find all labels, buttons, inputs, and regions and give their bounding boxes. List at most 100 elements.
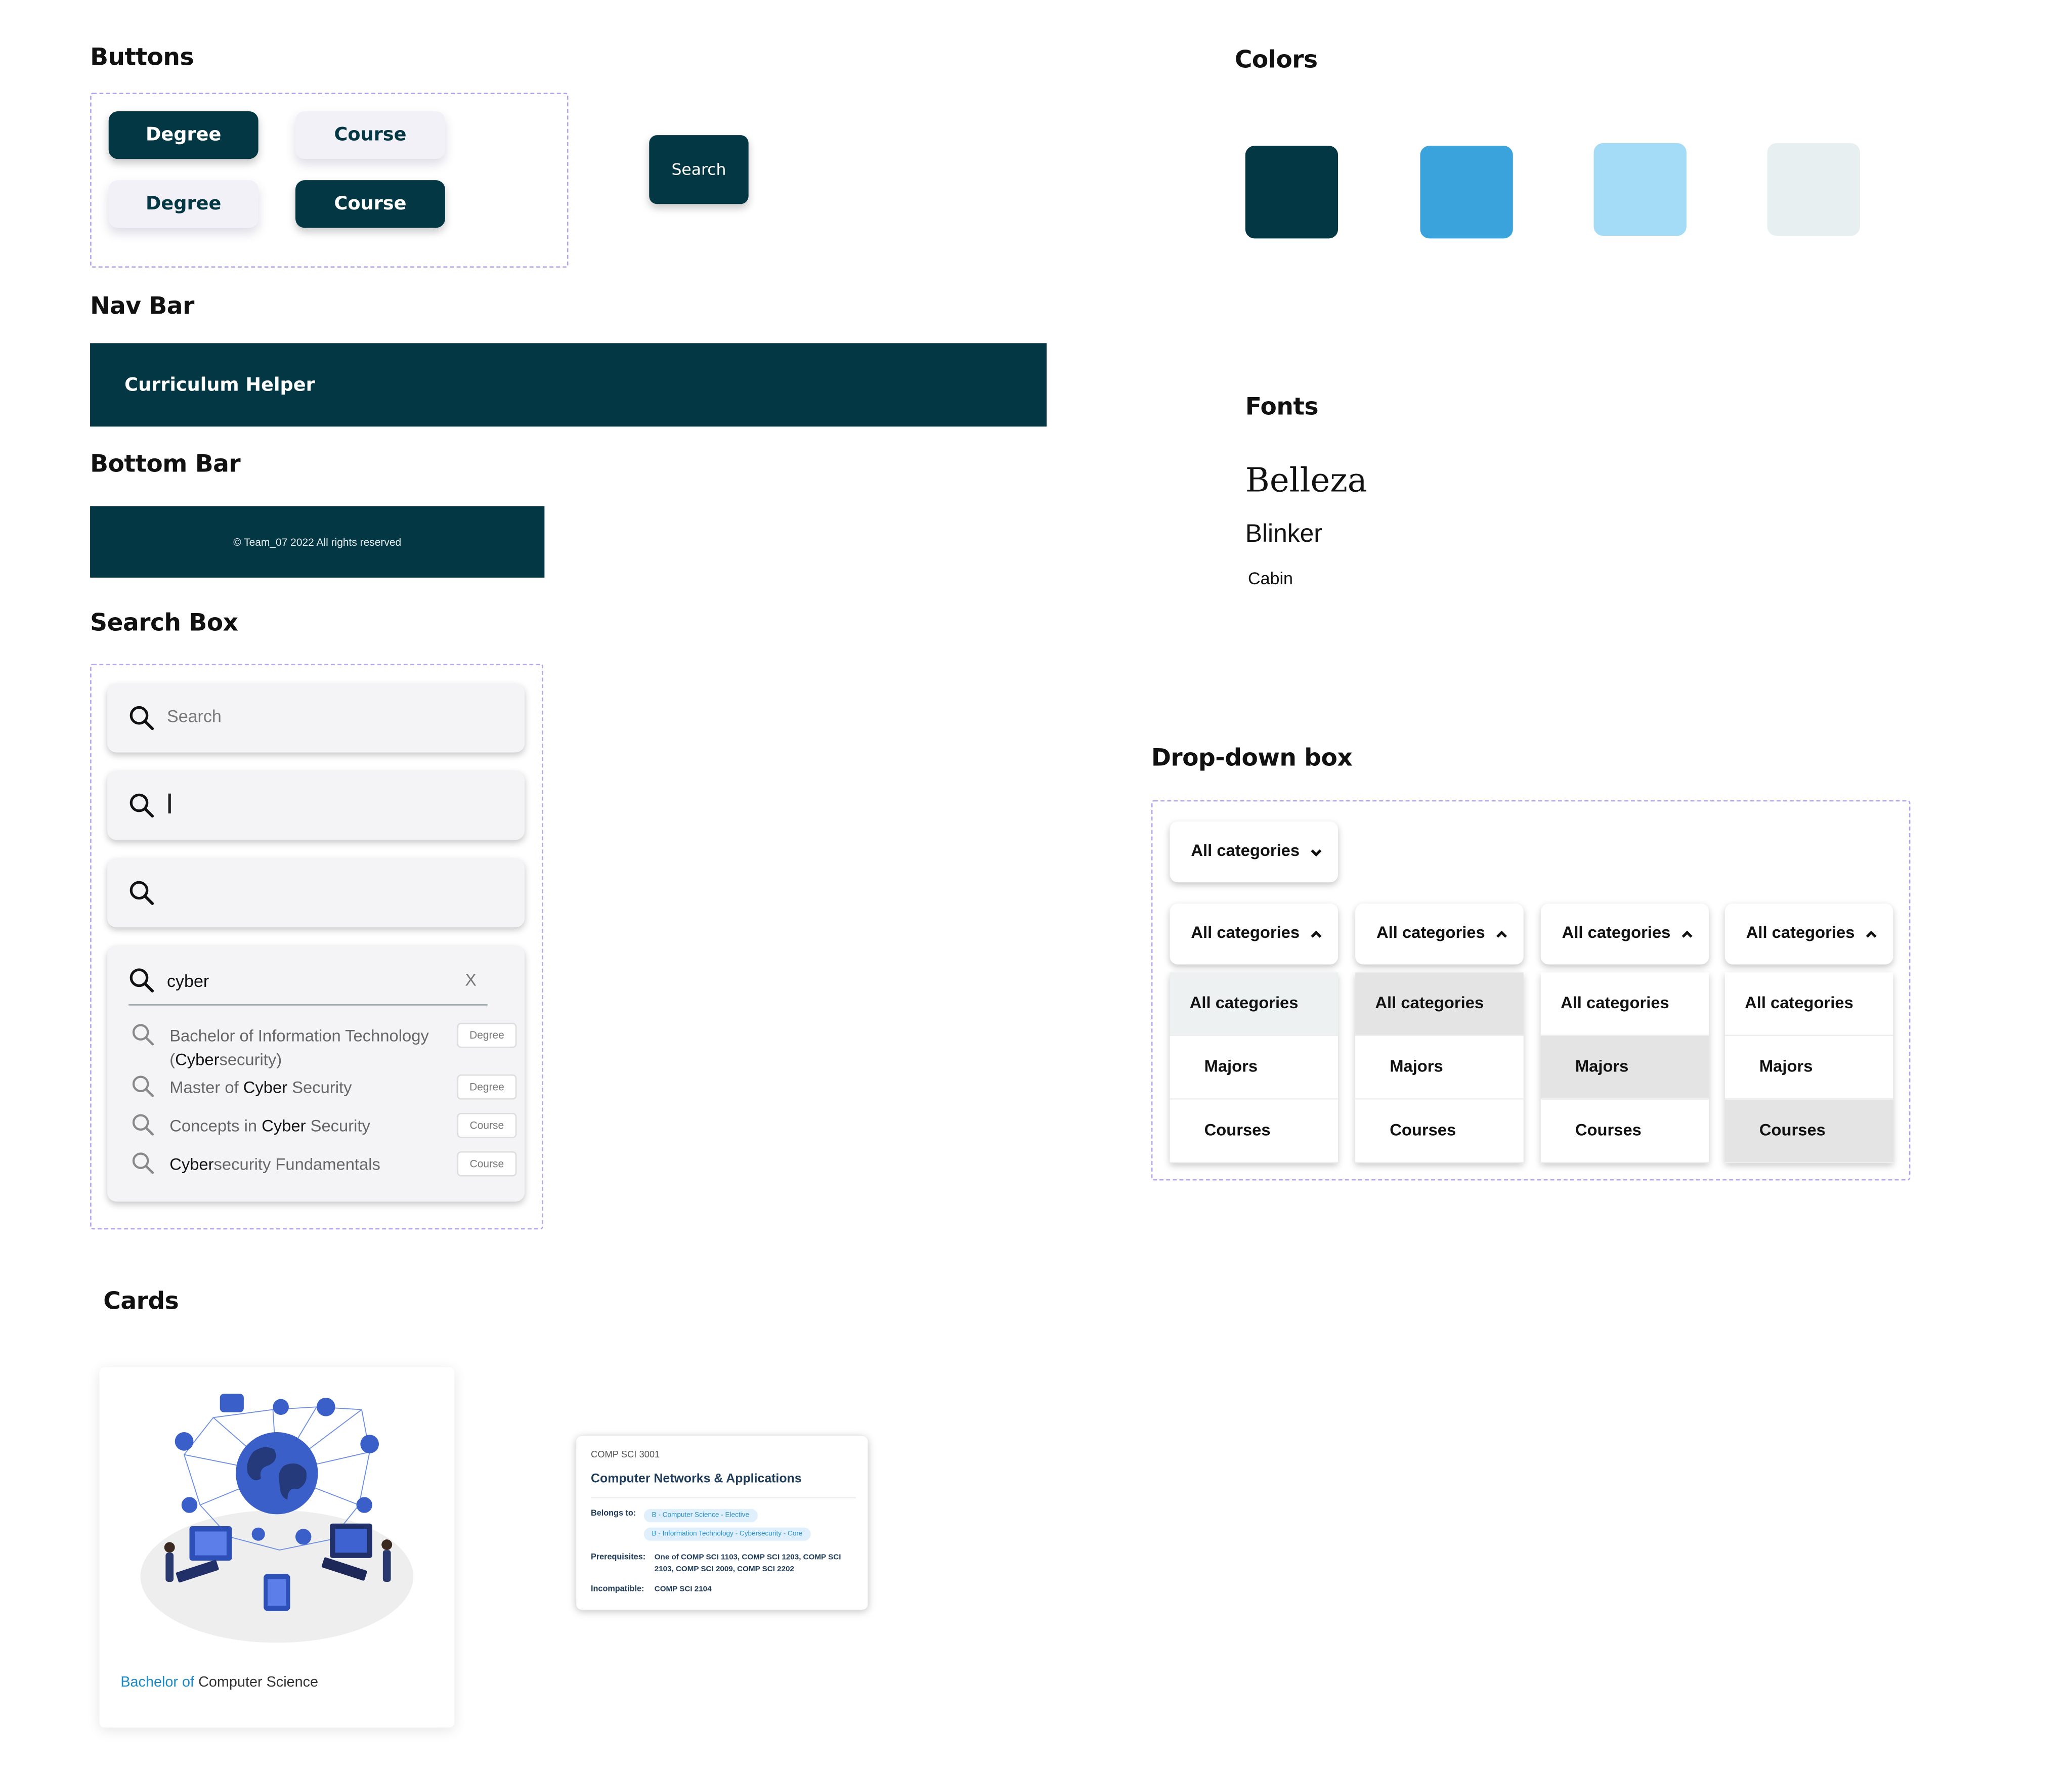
fonts-heading: Fonts: [1245, 393, 1319, 421]
search-underline: [128, 1004, 488, 1006]
category-dropdown-expanded[interactable]: All categories: [1355, 903, 1524, 965]
search-query[interactable]: cyber: [167, 971, 209, 991]
chevron-up-icon: [1866, 930, 1877, 938]
chevron-up-icon: [1496, 930, 1507, 938]
dropdown-menu: All categories Majors Courses: [1170, 972, 1339, 1163]
dropdown-option[interactable]: Courses: [1170, 1100, 1339, 1163]
style-guide-canvas: Buttons Degree Course Degree Course Sear…: [0, 0, 2072, 1767]
incompatible-value: COMP SCI 2104: [654, 1585, 712, 1594]
course-button-inactive[interactable]: Course: [295, 111, 445, 159]
dropdown-option[interactable]: All categories: [1170, 972, 1339, 1036]
color-swatch: [1593, 143, 1687, 236]
search-icon: [130, 968, 154, 993]
chevron-up-icon: [1681, 930, 1693, 938]
dropdown-label: All categories: [1191, 841, 1300, 860]
network-globe-illustration: [140, 1394, 414, 1643]
result-text-post: Security: [306, 1116, 370, 1136]
search-input-idle[interactable]: [107, 858, 525, 928]
degree-card[interactable]: Bachelor of Computer Science: [99, 1367, 455, 1728]
course-divider: [591, 1497, 856, 1498]
dropdown-option[interactable]: All categories: [1355, 972, 1524, 1036]
dropdown-option[interactable]: Courses: [1540, 1100, 1709, 1163]
result-text: Master of Cyber Security: [169, 1076, 454, 1100]
category-dropdown-expanded[interactable]: All categories: [1540, 903, 1709, 965]
course-code: COMP SCI 3001: [591, 1450, 660, 1460]
course-name: Computer Networks & Applications: [591, 1472, 802, 1487]
dropdown-option-label: Majors: [1204, 1057, 1258, 1076]
category-dropdown-collapsed[interactable]: All categories: [1170, 821, 1339, 883]
dropdown-option[interactable]: Majors: [1170, 1036, 1339, 1100]
search-icon: [130, 793, 154, 818]
dropdown-label: All categories: [1376, 923, 1485, 942]
search-icon: [130, 706, 154, 730]
dropdown-option[interactable]: Majors: [1355, 1036, 1524, 1100]
clear-icon[interactable]: X: [465, 970, 477, 989]
dropdown-option-label: All categories: [1561, 994, 1669, 1012]
text-cursor: [168, 793, 170, 814]
search-input-focused[interactable]: [107, 771, 525, 840]
result-text-post: Security: [287, 1078, 352, 1097]
dropdown-option[interactable]: All categories: [1724, 972, 1893, 1036]
result-type-tag: Degree: [457, 1022, 517, 1048]
dropdown-menu: All categories Majors Courses: [1540, 972, 1709, 1163]
font-sample-belleza: Belleza: [1245, 461, 1367, 500]
category-dropdown-expanded[interactable]: All categories: [1170, 903, 1339, 965]
chevron-up-icon: [1311, 930, 1322, 938]
result-text: Cybersecurity Fundamentals: [169, 1152, 454, 1176]
degree-button-inactive[interactable]: Degree: [108, 180, 258, 228]
incompatible-label: Incompatible:: [591, 1584, 644, 1594]
search-icon: [132, 1152, 154, 1174]
search-icon: [132, 1075, 154, 1097]
copyright-text: © Team_07 2022 All rights reserved: [233, 536, 402, 548]
result-text: Bachelor of Information Technology (Cybe…: [169, 1024, 454, 1071]
result-type-tag: Course: [457, 1112, 517, 1138]
result-type-tag: Course: [457, 1151, 517, 1177]
result-match: Cyber: [243, 1078, 288, 1097]
dropdown-heading: Drop-down box: [1151, 744, 1353, 772]
search-icon: [132, 1114, 154, 1136]
font-sample-blinker: Blinker: [1245, 521, 1322, 549]
search-icon: [132, 1024, 154, 1046]
result-text-pre: Concepts in: [169, 1116, 262, 1136]
dropdown-label: All categories: [1191, 923, 1300, 942]
chevron-down-icon: [1311, 849, 1322, 857]
dropdown-option-label: Majors: [1390, 1057, 1443, 1076]
navbar: Curriculum Helper: [90, 343, 1047, 427]
search-input-empty[interactable]: Search: [107, 683, 525, 753]
degree-card-title: Bachelor of Computer Science: [120, 1674, 318, 1690]
dropdown-option-label: Courses: [1204, 1120, 1271, 1140]
search-button[interactable]: Search: [649, 135, 749, 204]
course-button-active[interactable]: Course: [295, 180, 445, 228]
dropdown-option-label: All categories: [1375, 994, 1484, 1012]
dropdown-menu: All categories Majors Courses: [1724, 972, 1893, 1163]
dropdown-option[interactable]: Courses: [1724, 1099, 1893, 1163]
belongs-tag: B - Information Technology - Cybersecuri…: [643, 1527, 811, 1541]
searchbox-heading: Search Box: [90, 609, 238, 637]
result-text-pre: Master of: [169, 1078, 243, 1097]
dropdown-option[interactable]: Majors: [1540, 1036, 1709, 1100]
degree-card-prefix: Bachelor of: [120, 1674, 195, 1691]
prerequisites-label: Prerequisites:: [591, 1553, 646, 1562]
navbar-title[interactable]: Curriculum Helper: [124, 374, 315, 396]
dropdown-label: All categories: [1562, 923, 1671, 942]
degree-card-name: Computer Science: [194, 1674, 319, 1691]
dropdown-option[interactable]: Courses: [1355, 1100, 1524, 1163]
category-dropdown-expanded[interactable]: All categories: [1724, 903, 1893, 965]
dropdown-option[interactable]: All categories: [1540, 972, 1709, 1036]
dropdown-option-label: Courses: [1390, 1120, 1456, 1140]
degree-button-active[interactable]: Degree: [108, 111, 258, 159]
color-swatch: [1767, 143, 1860, 236]
belongs-label: Belongs to:: [591, 1509, 636, 1519]
result-text: Concepts in Cyber Security: [169, 1114, 454, 1138]
search-icon: [130, 881, 154, 905]
result-text-post: security Fundamentals: [213, 1155, 380, 1174]
dropdown-option[interactable]: Majors: [1724, 1036, 1893, 1100]
dropdown-menu: All categories Majors Courses: [1355, 972, 1524, 1163]
font-sample-cabin: Cabin: [1248, 568, 1293, 588]
dropdown-option-label: Majors: [1759, 1057, 1813, 1076]
buttons-heading: Buttons: [90, 44, 194, 72]
result-type-tag: Degree: [457, 1074, 517, 1100]
colors-heading: Colors: [1234, 46, 1318, 74]
course-card[interactable]: COMP SCI 3001 Computer Networks & Applic…: [576, 1436, 868, 1610]
color-swatch: [1420, 146, 1513, 239]
